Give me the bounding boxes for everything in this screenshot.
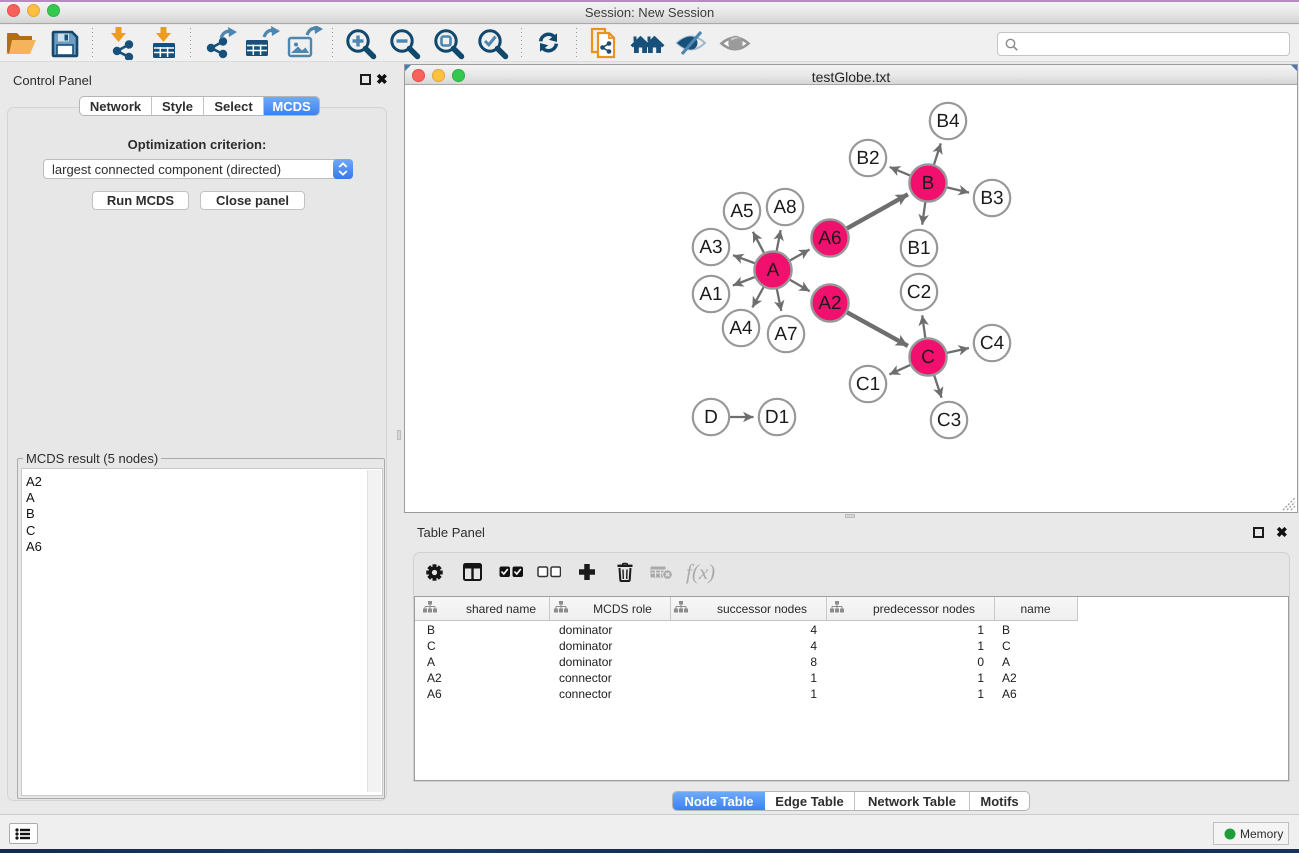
svg-text:A: A	[767, 260, 780, 281]
svg-text:C: C	[921, 347, 935, 368]
svg-text:C1: C1	[856, 374, 880, 395]
svg-text:C3: C3	[937, 410, 961, 431]
svg-text:D1: D1	[765, 407, 789, 428]
svg-text:A8: A8	[773, 197, 796, 218]
svg-text:B: B	[922, 173, 935, 194]
svg-text:A6: A6	[818, 228, 841, 249]
svg-text:B1: B1	[907, 238, 930, 259]
svg-text:C2: C2	[907, 282, 931, 303]
svg-text:C4: C4	[980, 333, 1005, 354]
svg-text:A1: A1	[699, 284, 722, 305]
svg-text:A5: A5	[730, 201, 753, 222]
svg-text:A2: A2	[818, 293, 841, 314]
svg-text:B3: B3	[980, 188, 1003, 209]
svg-text:A4: A4	[729, 318, 753, 339]
svg-text:B2: B2	[856, 148, 879, 169]
svg-text:B4: B4	[936, 111, 960, 132]
svg-text:D: D	[704, 407, 718, 428]
svg-text:A3: A3	[699, 237, 722, 258]
svg-text:A7: A7	[774, 324, 797, 345]
